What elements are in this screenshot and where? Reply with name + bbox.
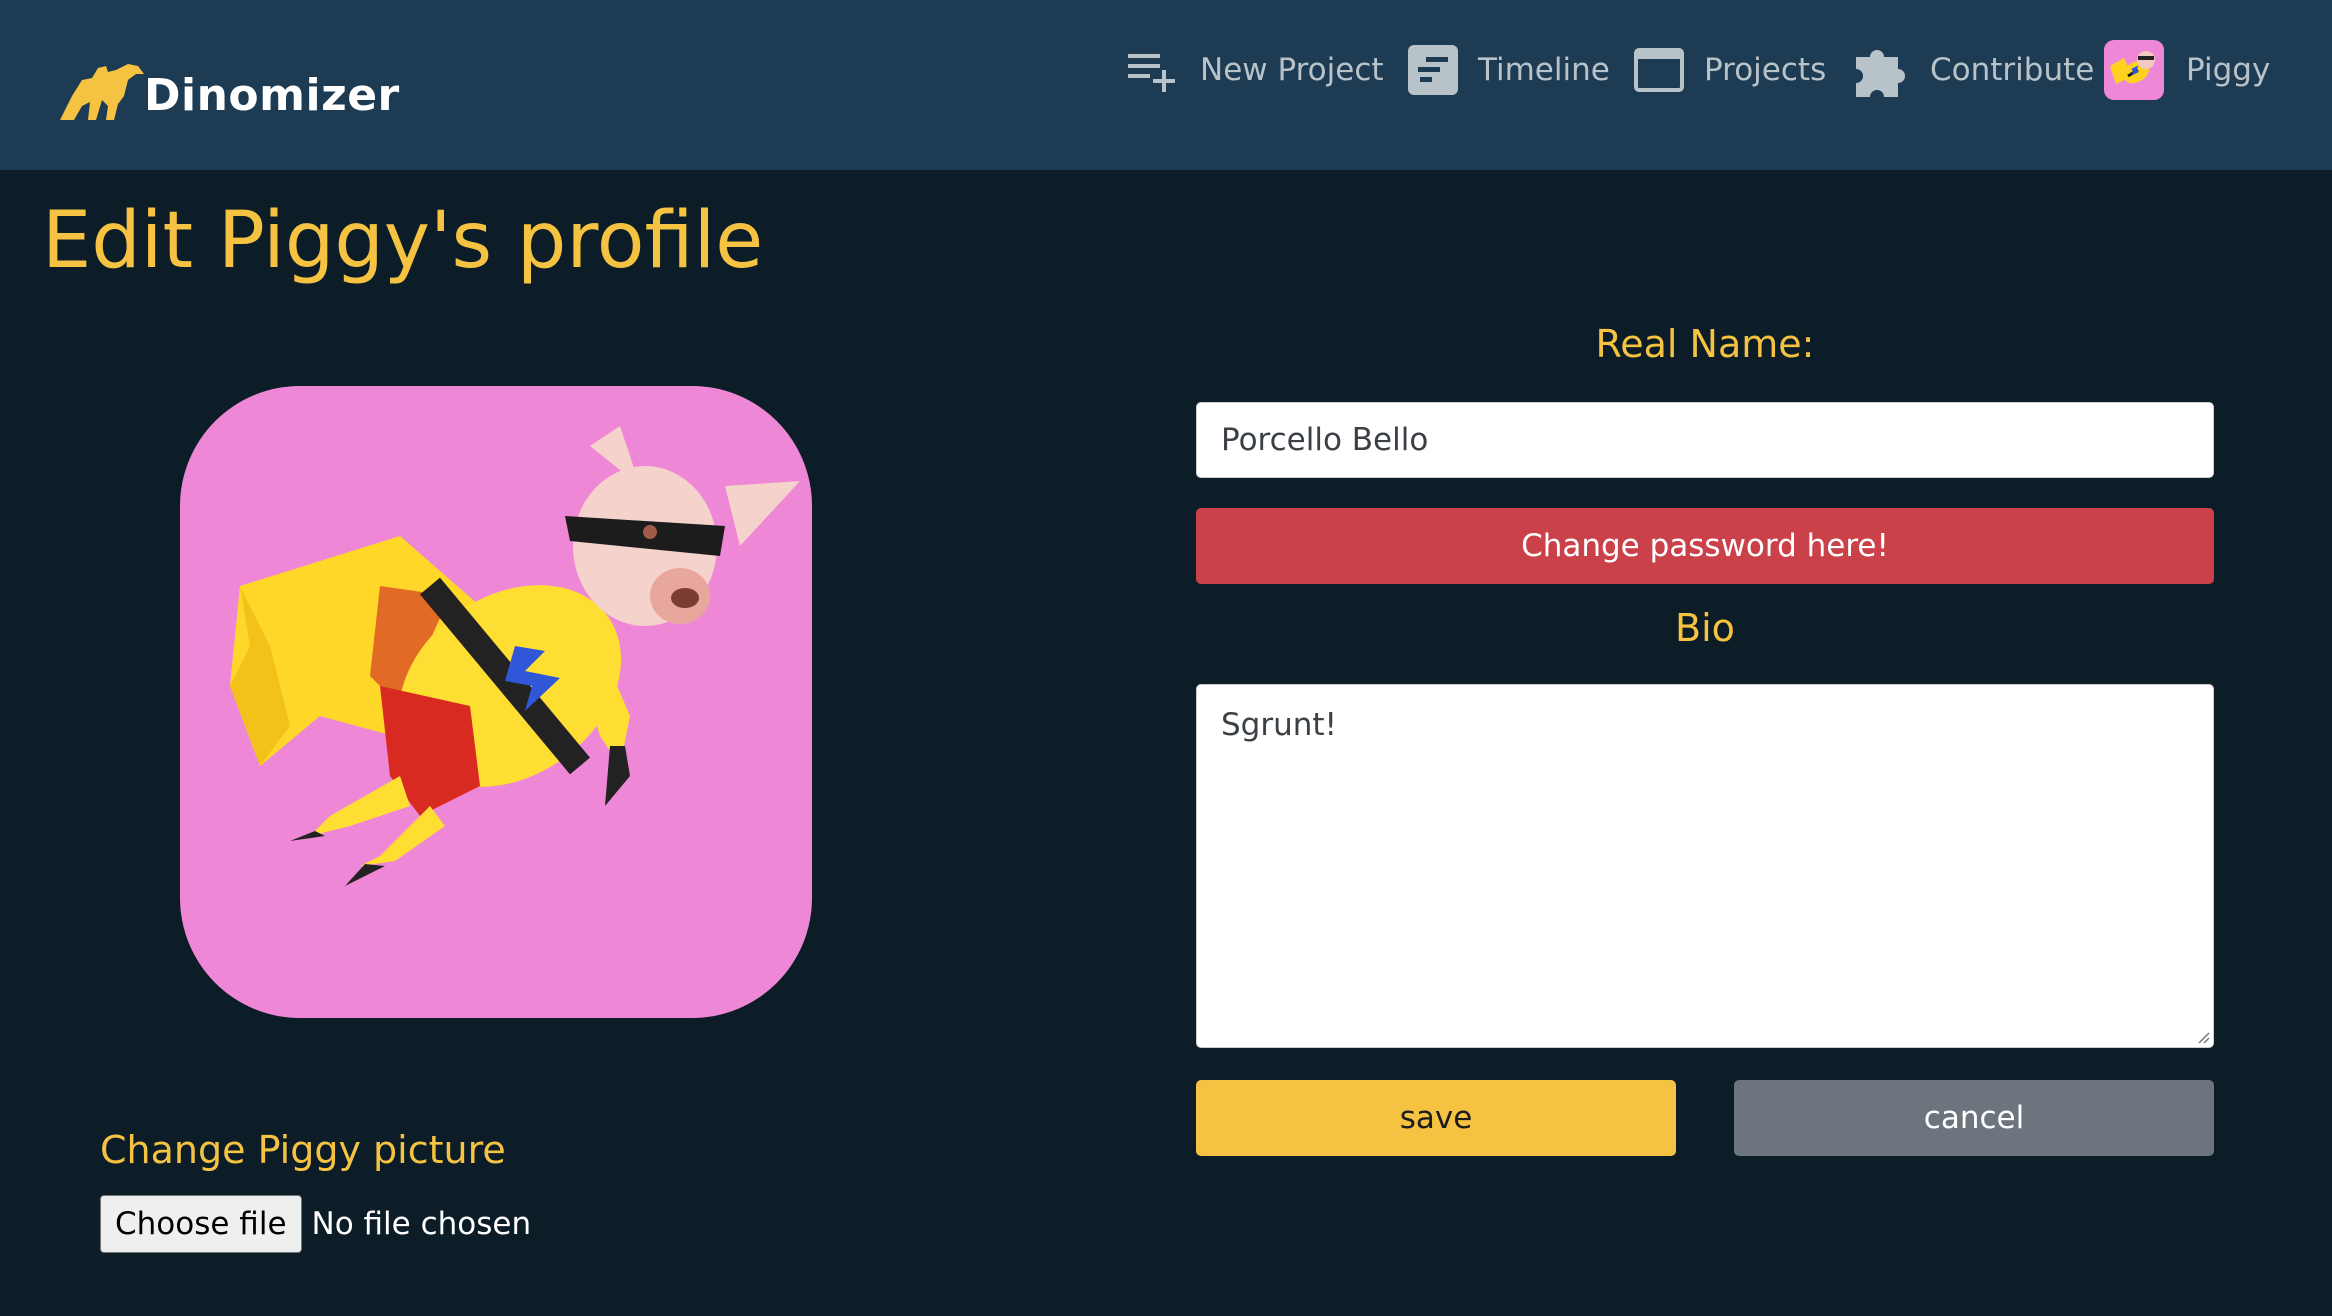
nav-projects[interactable]: Projects [1634,40,1826,100]
dinosaur-logo-icon [60,64,144,120]
playlist-add-icon [1128,48,1180,92]
choose-file-button[interactable]: Choose file [100,1195,302,1253]
navbar: Dinomizer New Project Timeline Projects … [0,0,2332,170]
file-upload: Choose file No file chosen [100,1195,531,1253]
file-status: No file chosen [311,1206,532,1242]
bio-label: Bio [1675,606,1735,650]
bio-textarea[interactable]: Sgrunt! [1196,684,2214,1048]
profile-picture [180,386,812,1018]
nav-timeline[interactable]: Timeline [1408,40,1610,100]
real-name-label: Real Name: [1595,322,1815,366]
change-password-button[interactable]: Change password here! [1196,508,2214,584]
nav-new-project[interactable]: New Project [1128,40,1384,100]
bio-value: Sgrunt! [1221,707,1337,743]
resize-handle-icon[interactable] [2194,1028,2210,1044]
nav-contribute[interactable]: Contribute [1852,40,2094,100]
nav-timeline-label: Timeline [1478,52,1610,88]
real-name-value: Porcello Bello [1221,422,1429,458]
superhero-pig-image [230,426,800,886]
nav-user-name: Piggy [2186,52,2271,88]
real-name-input[interactable]: Porcello Bello [1196,402,2214,478]
nav-contribute-label: Contribute [1930,52,2095,88]
brand-logo[interactable]: Dinomizer [58,52,400,122]
cancel-button[interactable]: cancel [1734,1080,2214,1156]
nav-projects-label: Projects [1704,52,1827,88]
nav-user-profile[interactable]: Piggy [2104,40,2270,100]
puzzle-icon [1852,41,1910,99]
save-button[interactable]: save [1196,1080,1676,1156]
page-title: Edit Piggy's profile [42,196,764,286]
avatar [2104,40,2164,100]
window-icon [1634,47,1684,93]
change-picture-label: Change Piggy picture [100,1128,506,1172]
nav-new-project-label: New Project [1200,52,1384,88]
brand-name: Dinomizer [144,70,400,121]
timeline-icon [1408,45,1458,95]
